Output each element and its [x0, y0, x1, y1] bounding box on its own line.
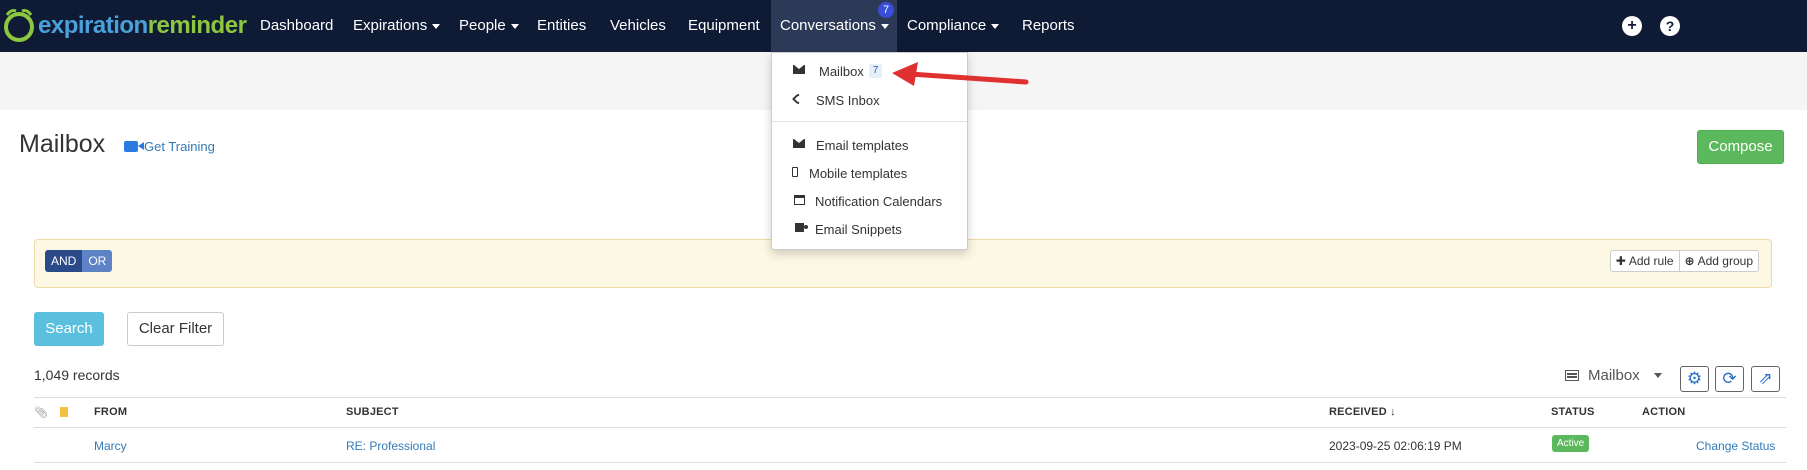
envelope-icon — [784, 65, 814, 77]
refresh-icon: ⟳ — [1722, 369, 1737, 388]
condition-toggle: AND OR — [45, 250, 113, 272]
row-received: 2023-09-25 02:06:19 PM — [1329, 439, 1462, 453]
menu-item-notification-calendars[interactable]: Notification Calendars — [772, 188, 967, 214]
nav-vehicles-label: Vehicles — [610, 17, 666, 34]
brand-part2: reminder — [147, 12, 247, 39]
chevron-down-icon — [510, 23, 519, 29]
status-badge: Active — [1552, 435, 1590, 452]
brand-wordmark: expirationreminder — [38, 12, 247, 40]
menu-item-mobile-templates[interactable]: Mobile templates — [772, 160, 967, 186]
envelope-icon — [784, 139, 814, 151]
view-select-value: Mailbox — [1588, 367, 1640, 384]
add-group-label: Add group — [1697, 254, 1753, 268]
mobile-icon — [784, 166, 806, 180]
view-select[interactable]: Mailbox — [1565, 367, 1662, 384]
nav-entities[interactable]: Entities — [537, 0, 586, 52]
nav-reports[interactable]: Reports — [1022, 0, 1075, 52]
nav-compliance-label: Compliance — [907, 17, 987, 34]
document-icon — [60, 407, 68, 417]
brand-logo[interactable]: expirationreminder — [2, 6, 247, 46]
plus-icon: ✚ — [1615, 254, 1626, 268]
menu-item-mailbox-label: Mailbox — [819, 63, 864, 79]
nav-entities-label: Entities — [537, 17, 587, 34]
nav-dashboard[interactable]: Dashboard — [260, 0, 333, 52]
paperclip-icon: 📎︎ — [34, 407, 48, 419]
column-header-from[interactable]: FROM — [94, 406, 127, 418]
table-header: 📎︎ FROM SUBJECT RECEIVED ↓ STATUS ACTION — [34, 397, 1786, 428]
refresh-button[interactable]: ⟳ — [1715, 366, 1744, 392]
get-training-link[interactable]: Get Training — [124, 139, 215, 154]
nav-expirations[interactable]: Expirations — [353, 0, 441, 52]
nav-compliance[interactable]: Compliance — [907, 0, 1000, 52]
menu-item-notification-calendars-label: Notification Calendars — [815, 193, 943, 209]
nav-conversations-label: Conversations — [780, 17, 876, 34]
menu-divider — [772, 121, 967, 122]
menu-item-email-snippets-label: Email Snippets — [815, 221, 902, 237]
plus-circle-icon[interactable]: + — [1622, 16, 1642, 36]
alarm-clock-icon — [2, 6, 38, 46]
nav-conversations[interactable]: Conversations 7 — [771, 0, 897, 52]
row-subject[interactable]: RE: Professional — [346, 439, 435, 453]
menu-item-mobile-templates-label: Mobile templates — [809, 165, 908, 181]
table-row[interactable]: Marcy RE: Professional 2023-09-25 02:06:… — [34, 429, 1786, 463]
chevron-down-icon — [1653, 373, 1662, 378]
add-rule-button[interactable]: ✚ Add rule — [1609, 250, 1680, 272]
settings-button[interactable]: ⚙ — [1680, 366, 1709, 392]
search-button[interactable]: Search — [34, 312, 104, 346]
menu-item-email-snippets[interactable]: Email Snippets — [772, 216, 967, 242]
row-from[interactable]: Marcy — [94, 439, 127, 453]
chevron-down-icon — [880, 23, 889, 29]
nav-vehicles[interactable]: Vehicles — [610, 0, 666, 52]
column-header-subject[interactable]: SUBJECT — [346, 406, 399, 418]
change-status-link[interactable]: Change Status — [1696, 439, 1775, 453]
add-rule-label: Add rule — [1628, 254, 1674, 268]
brand-part1: expiration — [38, 12, 148, 39]
chevron-down-icon — [991, 23, 1000, 29]
export-button[interactable]: ⇗ — [1751, 366, 1780, 392]
menu-item-email-templates[interactable]: Email templates — [772, 132, 967, 158]
top-navbar: expirationreminder Dashboard Expirations… — [0, 0, 1807, 52]
phone-icon — [784, 91, 814, 107]
nav-people-label: People — [459, 17, 506, 34]
menu-item-sms-inbox-label: SMS Inbox — [816, 92, 880, 108]
or-button[interactable]: OR — [82, 250, 113, 272]
menu-item-email-templates-label: Email templates — [816, 137, 909, 153]
conversations-count-badge: 7 — [878, 2, 894, 18]
sort-desc-icon: ↓ — [1390, 406, 1396, 418]
gear-icon: ⚙ — [1686, 369, 1703, 388]
list-icon — [1565, 370, 1579, 381]
compose-button[interactable]: Compose — [1697, 130, 1784, 164]
puzzle-icon — [784, 223, 814, 235]
nav-equipment[interactable]: Equipment — [688, 0, 760, 52]
clear-filter-button[interactable]: Clear Filter — [127, 312, 224, 346]
column-header-status[interactable]: STATUS — [1551, 406, 1595, 418]
nav-equipment-label: Equipment — [688, 17, 760, 34]
share-icon: ⇗ — [1758, 369, 1773, 388]
nav-people[interactable]: People — [459, 0, 519, 52]
add-group-button[interactable]: ⊕ Add group — [1679, 250, 1759, 272]
chevron-down-icon — [432, 23, 441, 29]
calendar-icon — [784, 194, 814, 208]
nav-dashboard-label: Dashboard — [260, 17, 334, 34]
query-builder-actions: ✚ Add rule ⊕ Add group — [1609, 250, 1759, 272]
nav-reports-label: Reports — [1022, 17, 1075, 34]
video-camera-icon — [124, 141, 144, 152]
column-header-received[interactable]: RECEIVED ↓ — [1329, 406, 1396, 418]
question-circle-icon[interactable]: ? — [1660, 16, 1680, 36]
get-training-label: Get Training — [144, 139, 215, 154]
nav-expirations-label: Expirations — [353, 17, 428, 34]
annotation-arrow — [892, 62, 1029, 86]
records-count: 1,049 records — [34, 367, 120, 383]
plus-circle-icon: ⊕ — [1684, 254, 1695, 268]
received-label: RECEIVED — [1329, 406, 1387, 418]
column-header-action: ACTION — [1642, 406, 1686, 418]
and-button[interactable]: AND — [45, 250, 83, 272]
page-title: Mailbox — [19, 130, 106, 158]
